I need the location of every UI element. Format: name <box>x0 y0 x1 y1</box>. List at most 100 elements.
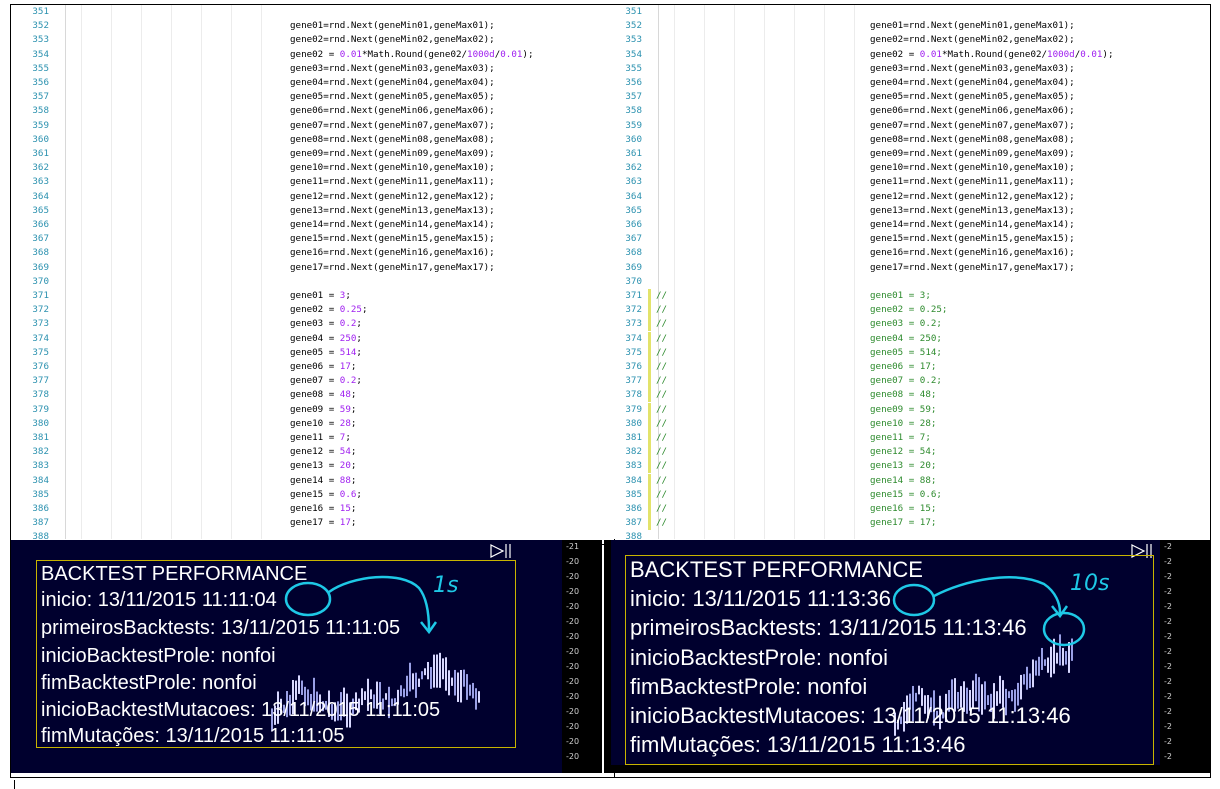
code-line[interactable]: 358 gene06=rnd.Next(geneMin06,geneMax06); <box>11 104 602 118</box>
code-line[interactable]: 369 gene17=rnd.Next(geneMin17,geneMax17); <box>604 261 1210 275</box>
code-line[interactable]: 372 // gene02 = 0.25; <box>604 303 1210 318</box>
code-line[interactable]: 365 gene13=rnd.Next(geneMin13,geneMax13); <box>604 204 1210 218</box>
code-line[interactable]: 377 // gene07 = 0.2; <box>604 374 1210 389</box>
line-number: 362 <box>625 162 642 174</box>
code-line[interactable]: 386 // gene16 = 15; <box>604 502 1210 516</box>
code-line[interactable]: 373 // gene03 = 0.2; <box>604 317 1210 332</box>
code-line[interactable]: 353 gene02=rnd.Next(geneMin02,geneMax02); <box>604 33 1210 47</box>
code-line[interactable]: 351 <box>604 5 1210 19</box>
line-number: 387 <box>625 517 642 529</box>
line-number: 377 <box>32 375 49 387</box>
code-text: gene07=rnd.Next(geneMin07,geneMax07); <box>870 119 1075 131</box>
code-text: gene17 = 17; <box>870 517 937 529</box>
chart-window-left[interactable]: -21 -20 -20 -20 -20 -20 -20 -20 -20 -20 -20 -20 -20 -… <box>11 540 602 773</box>
code-line[interactable]: 360 gene08=rnd.Next(geneMin08,geneMax08); <box>11 133 602 147</box>
code-line[interactable]: 385 gene15 = 0.6; <box>11 488 602 502</box>
code-line[interactable]: 376 gene06 = 17; <box>11 360 602 374</box>
code-line[interactable]: 371 // gene01 = 3; <box>604 289 1210 303</box>
code-line[interactable]: 378 // gene08 = 48; <box>604 388 1210 403</box>
code-line[interactable]: 371 gene01 = 3; <box>11 289 602 303</box>
line-number: 383 <box>625 460 642 472</box>
comment-marker: // <box>656 403 668 415</box>
code-line[interactable]: 367 gene15=rnd.Next(geneMin15,geneMax15); <box>604 232 1210 246</box>
code-line[interactable]: 381 gene11 = 7; <box>11 431 602 445</box>
code-line[interactable]: 384 // gene14 = 88; <box>604 473 1210 488</box>
code-text: gene03=rnd.Next(geneMin03,geneMax03); <box>870 62 1075 74</box>
code-line[interactable]: 366 gene14=rnd.Next(geneMin14,geneMax14); <box>604 218 1210 232</box>
change-marker <box>648 416 651 431</box>
code-editor-left[interactable]: 351 352 gene01=rnd.Next(geneMin01,geneMax0… <box>11 5 602 539</box>
code-line[interactable]: 387 gene17 = 17; <box>11 516 602 530</box>
code-line[interactable]: 357 gene05=rnd.Next(geneMin05,geneMax05); <box>604 90 1210 104</box>
code-line[interactable]: 374 // gene04 = 250; <box>604 331 1210 346</box>
code-line[interactable]: 382 gene12 = 54; <box>11 445 602 459</box>
chart-window-right[interactable]: -2 -2 -2 -2 -2 -2 -2 -2 -2 -2 -2 -2 -2 -2 -2 BACKTEST … <box>604 540 1210 773</box>
code-line[interactable]: 387 // gene17 = 17; <box>604 516 1210 531</box>
code-line[interactable]: 372 gene02 = 0.25; <box>11 303 602 317</box>
line-number: 364 <box>625 190 642 202</box>
line-number: 380 <box>625 417 642 429</box>
code-line[interactable]: 356 gene04=rnd.Next(geneMin04,geneMax04); <box>11 76 602 90</box>
inicio-backtest-mutacoes-line: inicioBacktestMutacoes: 13/11/2015 11:11… <box>41 699 441 721</box>
code-line[interactable]: 369 gene17=rnd.Next(geneMin17,geneMax17); <box>11 261 602 275</box>
code-line[interactable]: 388 <box>11 530 602 539</box>
code-line[interactable]: 359 gene07=rnd.Next(geneMin07,geneMax07); <box>604 119 1210 133</box>
code-line[interactable]: 364 gene12=rnd.Next(geneMin12,geneMax12); <box>604 190 1210 204</box>
code-line[interactable]: 378 gene08 = 48; <box>11 388 602 402</box>
code-line[interactable]: 381 // gene11 = 7; <box>604 431 1210 445</box>
code-line[interactable]: 352 gene01=rnd.Next(geneMin01,geneMax01); <box>604 19 1210 33</box>
code-line[interactable]: 364 gene12=rnd.Next(geneMin12,geneMax12); <box>11 190 602 204</box>
code-line[interactable]: 384 gene14 = 88; <box>11 474 602 488</box>
change-marker <box>648 445 651 460</box>
change-marker <box>648 459 651 474</box>
code-line[interactable]: 377 gene07 = 0.2; <box>11 374 602 388</box>
code-line[interactable]: 357 gene05=rnd.Next(geneMin05,geneMax05); <box>11 90 602 104</box>
code-line[interactable]: 359 gene07=rnd.Next(geneMin07,geneMax07); <box>11 119 602 133</box>
code-line[interactable]: 375 gene05 = 514; <box>11 346 602 360</box>
code-line[interactable]: 362 gene10=rnd.Next(geneMin10,geneMax10); <box>11 161 602 175</box>
code-line[interactable]: 379 gene09 = 59; <box>11 403 602 417</box>
code-line[interactable]: 383 // gene13 = 20; <box>604 459 1210 474</box>
code-line[interactable]: 386 gene16 = 15; <box>11 502 602 516</box>
code-line[interactable]: 355 gene03=rnd.Next(geneMin03,geneMax03); <box>11 62 602 76</box>
code-line[interactable]: 388 <box>604 530 1210 539</box>
code-line[interactable]: 373 gene03 = 0.2; <box>11 317 602 331</box>
code-line[interactable]: 380 // gene10 = 28; <box>604 416 1210 431</box>
code-line[interactable]: 367 gene15=rnd.Next(geneMin15,geneMax15); <box>11 232 602 246</box>
code-line[interactable]: 365 gene13=rnd.Next(geneMin13,geneMax13); <box>11 204 602 218</box>
code-line[interactable]: 374 gene04 = 250; <box>11 332 602 346</box>
code-line[interactable]: 362 gene10=rnd.Next(geneMin10,geneMax10); <box>604 161 1210 175</box>
code-line[interactable]: 351 <box>11 5 602 19</box>
code-line[interactable]: 368 gene16=rnd.Next(geneMin16,geneMax16); <box>604 246 1210 260</box>
code-line[interactable]: 354 gene02 = 0.01*Math.Round(gene02/1000d… <box>604 48 1210 62</box>
code-editor-right[interactable]: 351 352 gene01=rnd.Next(geneMin01,geneMax0… <box>604 5 1210 539</box>
code-line[interactable]: 354 gene02 = 0.01*Math.Round(gene02/1000d… <box>11 48 602 62</box>
code-line[interactable]: 358 gene06=rnd.Next(geneMin06,geneMax06); <box>604 104 1210 118</box>
code-text: gene02 = 0.01*Math.Round(gene02/1000d/0.… <box>290 48 534 60</box>
code-line[interactable]: 370 <box>11 275 602 289</box>
code-line[interactable]: 361 gene09=rnd.Next(geneMin09,geneMax09); <box>11 147 602 161</box>
code-line[interactable]: 385 // gene15 = 0.6; <box>604 487 1210 502</box>
code-line[interactable]: 382 // gene12 = 54; <box>604 445 1210 460</box>
code-line[interactable]: 360 gene08=rnd.Next(geneMin08,geneMax08); <box>604 133 1210 147</box>
code-line[interactable]: 355 gene03=rnd.Next(geneMin03,geneMax03); <box>604 62 1210 76</box>
code-line[interactable]: 356 gene04=rnd.Next(geneMin04,geneMax04); <box>604 76 1210 90</box>
code-line[interactable]: 380 gene10 = 28; <box>11 417 602 431</box>
code-line[interactable]: 383 gene13 = 20; <box>11 459 602 473</box>
code-line[interactable]: 379 // gene09 = 59; <box>604 402 1210 417</box>
code-line[interactable]: 352 gene01=rnd.Next(geneMin01,geneMax01); <box>11 19 602 33</box>
chart-shift-icon[interactable] <box>489 543 515 559</box>
axis-tick-label: -2 <box>1164 737 1172 746</box>
code-text: gene02 = 0.25; <box>290 304 368 316</box>
code-line[interactable]: 361 gene09=rnd.Next(geneMin09,geneMax09); <box>604 147 1210 161</box>
code-line[interactable]: 363 gene11=rnd.Next(geneMin11,geneMax11); <box>11 175 602 189</box>
code-line[interactable]: 375 // gene05 = 514; <box>604 345 1210 360</box>
code-line[interactable]: 370 <box>604 275 1210 289</box>
code-line[interactable]: 368 gene16=rnd.Next(geneMin16,geneMax16); <box>11 246 602 260</box>
code-line[interactable]: 366 gene14=rnd.Next(geneMin14,geneMax14); <box>11 218 602 232</box>
code-line[interactable]: 376 // gene06 = 17; <box>604 360 1210 374</box>
line-number: 373 <box>625 318 642 330</box>
line-number: 375 <box>32 346 49 358</box>
code-line[interactable]: 353 gene02=rnd.Next(geneMin02,geneMax02); <box>11 33 602 47</box>
code-line[interactable]: 363 gene11=rnd.Next(geneMin11,geneMax11); <box>604 175 1210 189</box>
